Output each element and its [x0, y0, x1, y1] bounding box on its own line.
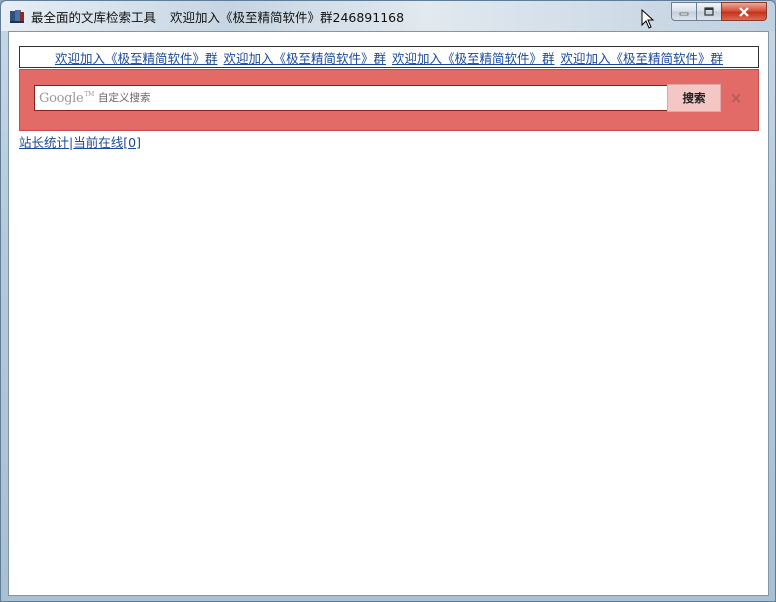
title-bar[interactable]: 最全面的文库检索工具 欢迎加入《极至精简软件》群246891168	[1, 1, 775, 31]
maximize-icon	[704, 7, 714, 16]
close-button[interactable]	[721, 2, 767, 21]
online-count-link[interactable]: 当前在线[0]	[73, 135, 141, 150]
google-logo: GoogleTM	[39, 91, 94, 106]
maximize-button[interactable]	[696, 2, 722, 21]
clear-search-icon[interactable]: ×	[729, 89, 743, 107]
search-panel: GoogleTM 搜索 ×	[19, 69, 759, 131]
search-button[interactable]: 搜索	[667, 84, 721, 112]
search-input[interactable]	[97, 92, 658, 104]
banner-link-2[interactable]: 欢迎加入《极至精简软件》群	[223, 48, 386, 67]
google-logo-tm: TM	[84, 90, 94, 98]
announcement-banner: 欢迎加入《极至精简软件》群 欢迎加入《极至精简软件》群 欢迎加入《极至精简软件》…	[19, 46, 759, 68]
window-title-main: 最全面的文库检索工具	[31, 10, 157, 25]
close-icon	[739, 6, 749, 17]
google-logo-text: Google	[39, 90, 84, 106]
mouse-cursor-icon	[641, 9, 655, 29]
app-window: 最全面的文库检索工具 欢迎加入《极至精简软件》群246891168 欢迎加入《极…	[0, 0, 776, 602]
search-box[interactable]: GoogleTM	[34, 85, 668, 111]
banner-link-1[interactable]: 欢迎加入《极至精简软件》群	[55, 48, 218, 67]
window-title-sub: 欢迎加入《极至精简软件》群246891168	[170, 10, 405, 25]
banner-link-3[interactable]: 欢迎加入《极至精简软件》群	[392, 48, 555, 67]
web-content-area: 欢迎加入《极至精简软件》群 欢迎加入《极至精简软件》群 欢迎加入《极至精简软件》…	[8, 31, 769, 596]
footer-links: 站长统计|当前在线[0]	[19, 132, 141, 151]
minimize-button[interactable]	[671, 2, 697, 21]
minimize-icon	[679, 12, 689, 15]
app-icon	[10, 10, 24, 23]
banner-link-4[interactable]: 欢迎加入《极至精简软件》群	[561, 48, 724, 67]
stats-link[interactable]: 站长统计	[19, 135, 69, 150]
window-title: 最全面的文库检索工具 欢迎加入《极至精简软件》群246891168	[31, 7, 414, 26]
